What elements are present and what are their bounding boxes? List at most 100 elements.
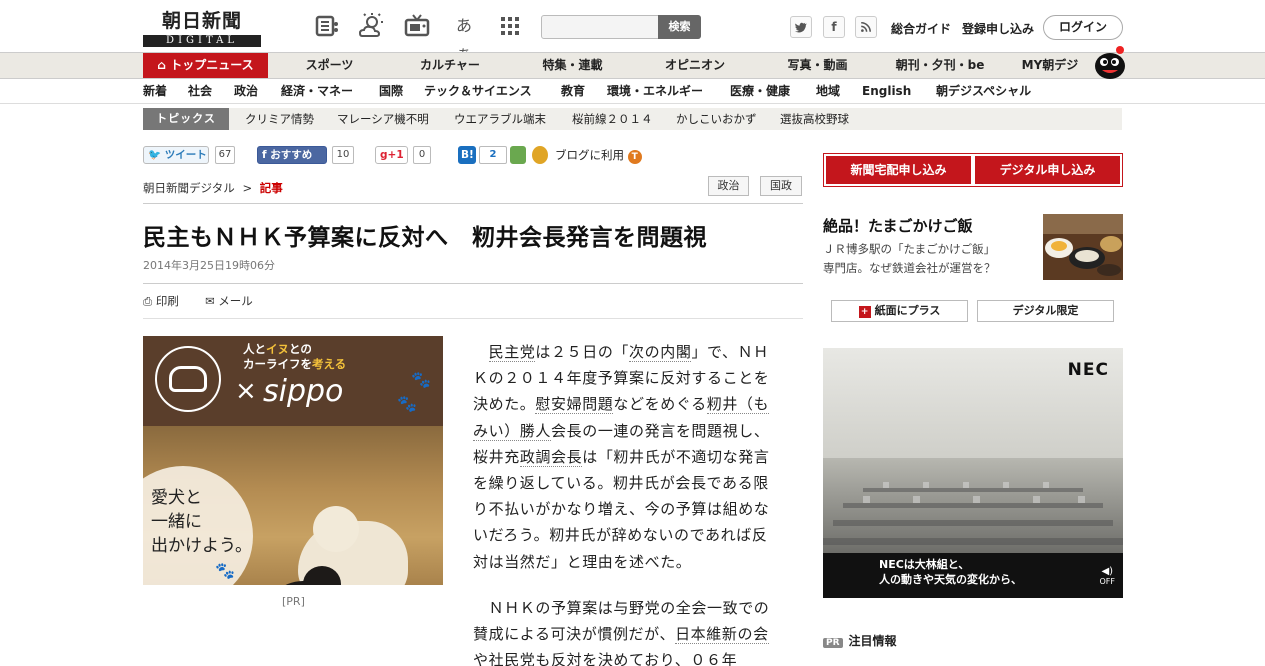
search-button[interactable]: 検索 bbox=[658, 15, 701, 39]
nav-opinion[interactable]: オピニオン bbox=[655, 53, 735, 78]
search-input[interactable] bbox=[546, 18, 656, 36]
subnav-education[interactable]: 教育 bbox=[561, 79, 585, 103]
tweet-label: ツイート bbox=[164, 149, 207, 161]
keyword-link[interactable]: 民主党 bbox=[488, 343, 536, 362]
topic-link[interactable]: かしこいおかず bbox=[676, 108, 757, 130]
mixi-icon[interactable] bbox=[532, 146, 548, 164]
topic-link[interactable]: ウエアラブル端末 bbox=[454, 108, 546, 130]
blog-label: ブログに利用 bbox=[555, 148, 624, 162]
keyword-link[interactable]: 社民党 bbox=[488, 651, 536, 666]
logo-main: 朝日新聞 bbox=[161, 10, 242, 32]
subnav-tech-science[interactable]: テック＆サイエンス bbox=[424, 79, 532, 103]
paper-plus-button[interactable]: + 紙面にプラス bbox=[831, 300, 968, 322]
register-link[interactable]: 登録申し込み bbox=[962, 20, 1034, 37]
mail-icon: ✉ bbox=[205, 294, 215, 308]
pr-copy: 愛犬と 一緒に 出かけよう。 bbox=[151, 488, 252, 556]
guide-link[interactable]: 総合ガイド bbox=[891, 20, 951, 37]
subnav-health[interactable]: 医療・健康 bbox=[730, 79, 790, 103]
subnav-politics[interactable]: 政治 bbox=[234, 79, 258, 103]
topic-link[interactable]: クリミア情勢 bbox=[245, 108, 314, 130]
nav-my-asadigi[interactable]: MY朝デジ bbox=[1010, 53, 1090, 78]
weather-icon[interactable] bbox=[357, 12, 385, 40]
subnav-region[interactable]: 地域 bbox=[816, 79, 840, 103]
tag-national-politics[interactable]: 国政 bbox=[760, 176, 802, 196]
site-header: 朝日新聞 DIGITAL あぁ 検索 f 総合ガイド 登録申し込み ログイン bbox=[0, 0, 1265, 63]
twitter-bird-icon: 🐦 bbox=[148, 149, 162, 161]
newspaper-icon[interactable] bbox=[313, 12, 341, 40]
keyword-link[interactable]: 次の内閣 bbox=[629, 343, 692, 362]
fb-count: 10 bbox=[332, 146, 354, 164]
ad-copy-line: 人の動きや天気の変化から、 bbox=[879, 573, 1022, 586]
subscription-box: 新聞宅配申し込み デジタル申し込み bbox=[823, 153, 1123, 187]
help-icon: T bbox=[627, 150, 642, 164]
subnav-international[interactable]: 国際 bbox=[379, 79, 403, 103]
site-logo[interactable]: 朝日新聞 DIGITAL bbox=[143, 6, 261, 47]
nav-paper[interactable]: 朝刊・夕刊・be bbox=[885, 53, 995, 78]
keyword-link[interactable]: 政調会長 bbox=[519, 447, 583, 467]
mascot-icon bbox=[1095, 46, 1125, 79]
nav-features[interactable]: 特集・連載 bbox=[530, 53, 615, 78]
keyword-link[interactable]: 慰安婦問題 bbox=[535, 395, 614, 415]
promo-line: 専門店。なぜ鉄道会社が運営を？ bbox=[823, 261, 996, 275]
promo-text: ＪＲ博多駅の「たまごかけご飯」 専門店。なぜ鉄道会社が運営を？ bbox=[823, 240, 996, 278]
article-title: 民主もＮＨＫ予算案に反対へ 籾井会長発言を問題視 bbox=[143, 225, 707, 251]
gplus-count: 0 bbox=[413, 146, 431, 164]
gplus-button[interactable]: g+1 bbox=[375, 146, 408, 164]
subnav-society[interactable]: 社会 bbox=[188, 79, 212, 103]
hatena-count: 2 bbox=[479, 146, 507, 164]
subnav-environment[interactable]: 環境・エネルギー bbox=[607, 79, 703, 103]
facebook-icon[interactable]: f bbox=[823, 16, 845, 38]
tag-politics[interactable]: 政治 bbox=[708, 176, 749, 196]
nav-culture[interactable]: カルチャー bbox=[410, 53, 490, 78]
mail-link[interactable]: ✉ メール bbox=[205, 293, 253, 309]
home-delivery-button[interactable]: 新聞宅配申し込み bbox=[826, 156, 971, 184]
rss-icon[interactable] bbox=[855, 16, 877, 38]
sippo-logo: sippo bbox=[263, 374, 344, 409]
topic-link[interactable]: マレーシア機不明 bbox=[337, 108, 429, 130]
pr-cross: × bbox=[235, 376, 257, 406]
subnav-special[interactable]: 朝デジスペシャル bbox=[936, 79, 1031, 103]
tv-icon[interactable] bbox=[403, 12, 431, 40]
print-link[interactable]: ⎙ 印刷 bbox=[143, 293, 179, 309]
keyword-link[interactable]: 日本維新の会 bbox=[675, 625, 769, 645]
promo-title[interactable]: 絶品！たまごかけご飯 bbox=[823, 215, 973, 236]
tweet-button[interactable]: 🐦 ツイート bbox=[143, 146, 209, 164]
digital-subscribe-button[interactable]: デジタル申し込み bbox=[975, 156, 1120, 184]
paw-icon: 🐾 bbox=[215, 561, 235, 580]
nav-top-news[interactable]: ⌂ トップニュース bbox=[143, 53, 268, 78]
font-size-icon[interactable]: あぁ bbox=[450, 12, 478, 63]
login-button[interactable]: ログイン bbox=[1043, 15, 1123, 40]
paw-icon: 🐾 bbox=[397, 394, 417, 413]
sound-toggle[interactable]: ◀) OFF bbox=[1100, 566, 1116, 586]
nec-logo: NEC bbox=[1067, 360, 1109, 380]
fb-label: おすすめ bbox=[270, 149, 313, 161]
breadcrumb: 朝日新聞デジタル > 記事 bbox=[143, 180, 283, 196]
gplus-icon: g bbox=[380, 149, 388, 161]
subnav-new[interactable]: 新着 bbox=[143, 79, 167, 103]
breadcrumb-sep: > bbox=[242, 181, 253, 195]
subnav-english[interactable]: English bbox=[862, 79, 911, 103]
evernote-icon[interactable] bbox=[510, 146, 526, 164]
nec-ad[interactable]: NEC NECは大林組と、 人の動きや天気の変化から、 ◀) OFF bbox=[823, 348, 1123, 598]
digital-limited-button[interactable]: デジタル限定 bbox=[977, 300, 1114, 322]
home-icon: ⌂ bbox=[157, 58, 166, 72]
breadcrumb-root[interactable]: 朝日新聞デジタル bbox=[143, 181, 235, 195]
facebook-icon: f bbox=[262, 149, 267, 161]
article-body: 民主党は２５日の「次の内閣」で、ＮＨＫの２０１４年度予算案に反対することを決めた… bbox=[473, 339, 783, 666]
nav-photo-video[interactable]: 写真・動画 bbox=[775, 53, 860, 78]
facebook-like-button[interactable]: f おすすめ bbox=[257, 146, 327, 164]
pr-banner[interactable]: 人とイヌとの カーライフを考える × sippo 🐾 🐾 愛犬と 一緒に 出かけ… bbox=[143, 336, 443, 585]
subnav-economy[interactable]: 経済・マネー bbox=[281, 79, 353, 103]
tweet-count: 67 bbox=[215, 146, 235, 164]
nav-sports[interactable]: スポーツ bbox=[292, 53, 367, 78]
hatena-button[interactable]: B! bbox=[458, 146, 476, 164]
sub-nav: 新着 社会 政治 経済・マネー 国際 テック＆サイエンス 教育 環境・エネルギー… bbox=[0, 79, 1265, 104]
pr-badge: PR bbox=[823, 638, 843, 648]
promo-image[interactable] bbox=[1043, 214, 1123, 280]
topic-link[interactable]: 桜前線２０１４ bbox=[572, 108, 653, 130]
topic-link[interactable]: 選抜高校野球 bbox=[780, 108, 849, 130]
grid-menu-icon[interactable] bbox=[496, 12, 524, 40]
gplus-label: +1 bbox=[387, 149, 404, 161]
blog-link[interactable]: ブログに利用 T bbox=[555, 147, 642, 164]
twitter-icon[interactable] bbox=[790, 16, 812, 38]
